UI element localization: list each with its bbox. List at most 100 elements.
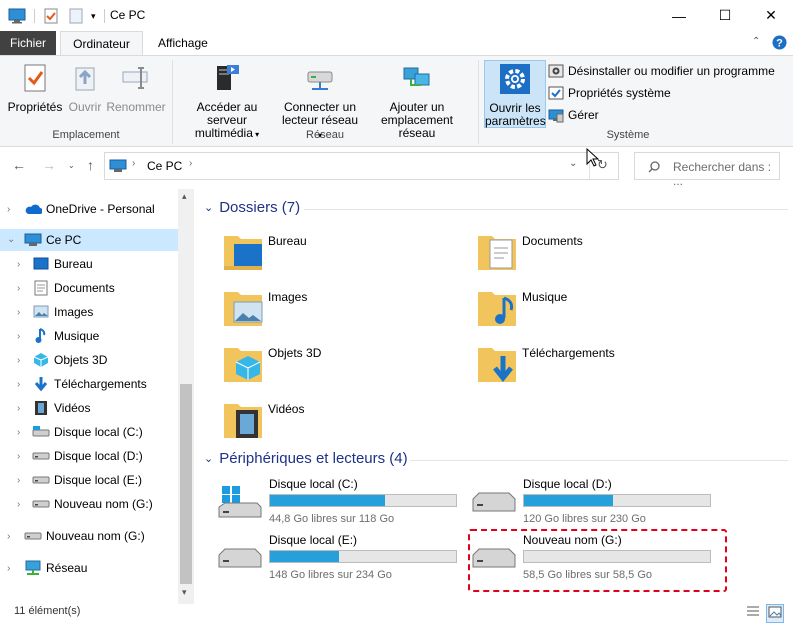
folder-videos[interactable]: Vidéos: [222, 396, 462, 442]
title-bar: ▾ Ce PC — ☐ ✕: [0, 0, 793, 31]
expand-chevron-icon[interactable]: ›: [17, 355, 20, 366]
expand-chevron-icon[interactable]: ›: [17, 307, 20, 318]
nav-item-this-pc[interactable]: ⌄ Ce PC: [0, 229, 178, 251]
drives-section-header[interactable]: ⌄ Périphériques et lecteurs (4): [204, 450, 408, 467]
address-bar[interactable]: › Ce PC › ⌄ ↻: [104, 152, 619, 180]
nav-item-videos[interactable]: › Vidéos: [0, 397, 178, 419]
download-arrow-icon: [34, 377, 48, 392]
nav-item-drive-g[interactable]: › Nouveau nom (G:): [0, 493, 178, 515]
close-button[interactable]: ✕: [748, 0, 793, 31]
drive-usage-fill: [524, 495, 614, 506]
breadcrumb-chevron-icon[interactable]: ›: [189, 158, 192, 169]
folders-section-header[interactable]: ⌄ Dossiers (7): [204, 199, 300, 216]
expand-chevron-icon[interactable]: ›: [17, 403, 20, 414]
collapse-section-icon[interactable]: ⌄: [204, 201, 213, 214]
nav-item-bureau[interactable]: › Bureau: [0, 253, 178, 275]
collapse-ribbon-icon[interactable]: ⌃: [752, 36, 760, 47]
status-item-count: 11 élément(s): [14, 605, 81, 617]
uninstall-program-button[interactable]: Désinstaller ou modifier un programme: [548, 63, 775, 79]
tab-view[interactable]: Affichage: [146, 31, 220, 55]
folder-documents-label: Documents: [522, 234, 583, 248]
nav-item-usb-drive[interactable]: › Nouveau nom (G:): [0, 525, 178, 547]
maximize-button[interactable]: ☐: [702, 0, 748, 31]
folders-header-label: Dossiers (7): [219, 199, 301, 216]
collapse-chevron-icon[interactable]: ⌄: [7, 234, 15, 245]
drive-d-label: Disque local (D:): [523, 477, 612, 491]
open-button[interactable]: Ouvrir: [64, 62, 106, 114]
expand-chevron-icon[interactable]: ›: [7, 563, 10, 574]
expand-chevron-icon[interactable]: ›: [17, 259, 20, 270]
drive-e-free-space: 148 Go libres sur 234 Go: [269, 569, 392, 581]
back-arrow-icon[interactable]: ←: [12, 157, 26, 173]
onedrive-cloud-icon: [25, 204, 42, 214]
recent-locations-icon[interactable]: ⌄: [68, 161, 75, 170]
nav-item-onedrive[interactable]: › OneDrive - Personal: [0, 198, 178, 220]
nav-item-downloads[interactable]: › Téléchargements: [0, 373, 178, 395]
hard-drive-icon: [32, 452, 50, 460]
nav-item-network[interactable]: › Réseau: [0, 557, 178, 579]
folder-images-label: Images: [268, 290, 308, 304]
nav-item-drive-e[interactable]: › Disque local (E:): [0, 469, 178, 491]
folder-3d-objects[interactable]: Objets 3D: [222, 340, 462, 386]
new-folder-quick-icon[interactable]: [69, 8, 83, 24]
breadcrumb-this-pc[interactable]: Ce PC: [147, 159, 182, 173]
nav-scrollbar[interactable]: ▴ ▾: [178, 189, 194, 604]
hard-drive-icon: [32, 476, 50, 484]
nav-item-3d-objects[interactable]: › Objets 3D: [0, 349, 178, 371]
drive-c[interactable]: Disque local (C:) 44,8 Go libres sur 118…: [217, 477, 462, 525]
nav-item-drive-c[interactable]: › Disque local (C:): [0, 421, 178, 443]
scroll-down-icon[interactable]: ▾: [182, 587, 187, 598]
music-folder-icon: [478, 292, 516, 326]
nav-item-images[interactable]: › Images: [0, 301, 178, 323]
tab-file[interactable]: Fichier: [0, 31, 56, 55]
expand-chevron-icon[interactable]: ›: [7, 531, 10, 542]
this-pc-icon: [8, 8, 26, 24]
nav-images-label: Images: [54, 305, 94, 319]
folder-downloads[interactable]: Téléchargements: [476, 340, 716, 386]
large-icons-view-icon[interactable]: [766, 604, 784, 623]
rename-button[interactable]: Renommer: [106, 62, 166, 114]
nav-item-documents[interactable]: › Documents: [0, 277, 178, 299]
minimize-button[interactable]: —: [656, 0, 702, 31]
expand-chevron-icon[interactable]: ›: [17, 427, 20, 438]
expand-chevron-icon[interactable]: ›: [17, 451, 20, 462]
folder-bureau[interactable]: Bureau: [222, 228, 462, 274]
uninstall-icon: [548, 64, 564, 78]
expand-chevron-icon[interactable]: ›: [7, 204, 10, 215]
drive-e[interactable]: Disque local (E:) 148 Go libres sur 234 …: [217, 533, 462, 581]
nav-item-drive-d[interactable]: › Disque local (D:): [0, 445, 178, 467]
expand-chevron-icon[interactable]: ›: [17, 283, 20, 294]
up-arrow-icon[interactable]: ↑: [87, 157, 94, 173]
expand-chevron-icon[interactable]: ›: [17, 331, 20, 342]
expand-chevron-icon[interactable]: ›: [17, 499, 20, 510]
properties-icon: [24, 64, 46, 92]
open-settings-button[interactable]: Ouvrir les paramètres: [484, 60, 546, 128]
expand-chevron-icon[interactable]: ›: [17, 379, 20, 390]
forward-arrow-icon[interactable]: →: [42, 157, 56, 173]
tab-computer[interactable]: Ordinateur: [60, 31, 143, 55]
address-dropdown-icon[interactable]: ⌄: [569, 158, 577, 169]
folder-images[interactable]: Images: [222, 284, 462, 330]
search-box[interactable]: Rechercher dans : ...: [634, 152, 780, 188]
expand-chevron-icon[interactable]: ›: [17, 475, 20, 486]
3d-cube-icon: [33, 353, 49, 367]
help-icon[interactable]: ?: [772, 35, 787, 53]
system-properties-button[interactable]: Propriétés système: [548, 85, 671, 101]
manage-button[interactable]: Gérer: [548, 107, 599, 123]
details-view-icon[interactable]: [746, 605, 760, 620]
folder-music[interactable]: Musique: [476, 284, 716, 330]
drive-d[interactable]: Disque local (D:) 120 Go libres sur 230 …: [471, 477, 716, 525]
collapse-section-icon[interactable]: ⌄: [204, 452, 213, 465]
scroll-up-icon[interactable]: ▴: [182, 191, 187, 202]
nav-drive-c-label: Disque local (C:): [54, 425, 143, 439]
properties-quick-icon[interactable]: [43, 8, 59, 24]
customize-quick-access-icon[interactable]: ▾: [91, 11, 96, 22]
nav-item-music[interactable]: › Musique: [0, 325, 178, 347]
images-folder-icon: [224, 292, 263, 326]
scrollbar-thumb[interactable]: [180, 384, 192, 584]
folder-documents[interactable]: Documents: [476, 228, 716, 274]
properties-button[interactable]: Propriétés: [6, 62, 64, 114]
drive-usage-fill: [270, 551, 339, 562]
drive-d-free-space: 120 Go libres sur 230 Go: [523, 513, 646, 525]
breadcrumb-chevron-icon[interactable]: ›: [132, 158, 135, 169]
